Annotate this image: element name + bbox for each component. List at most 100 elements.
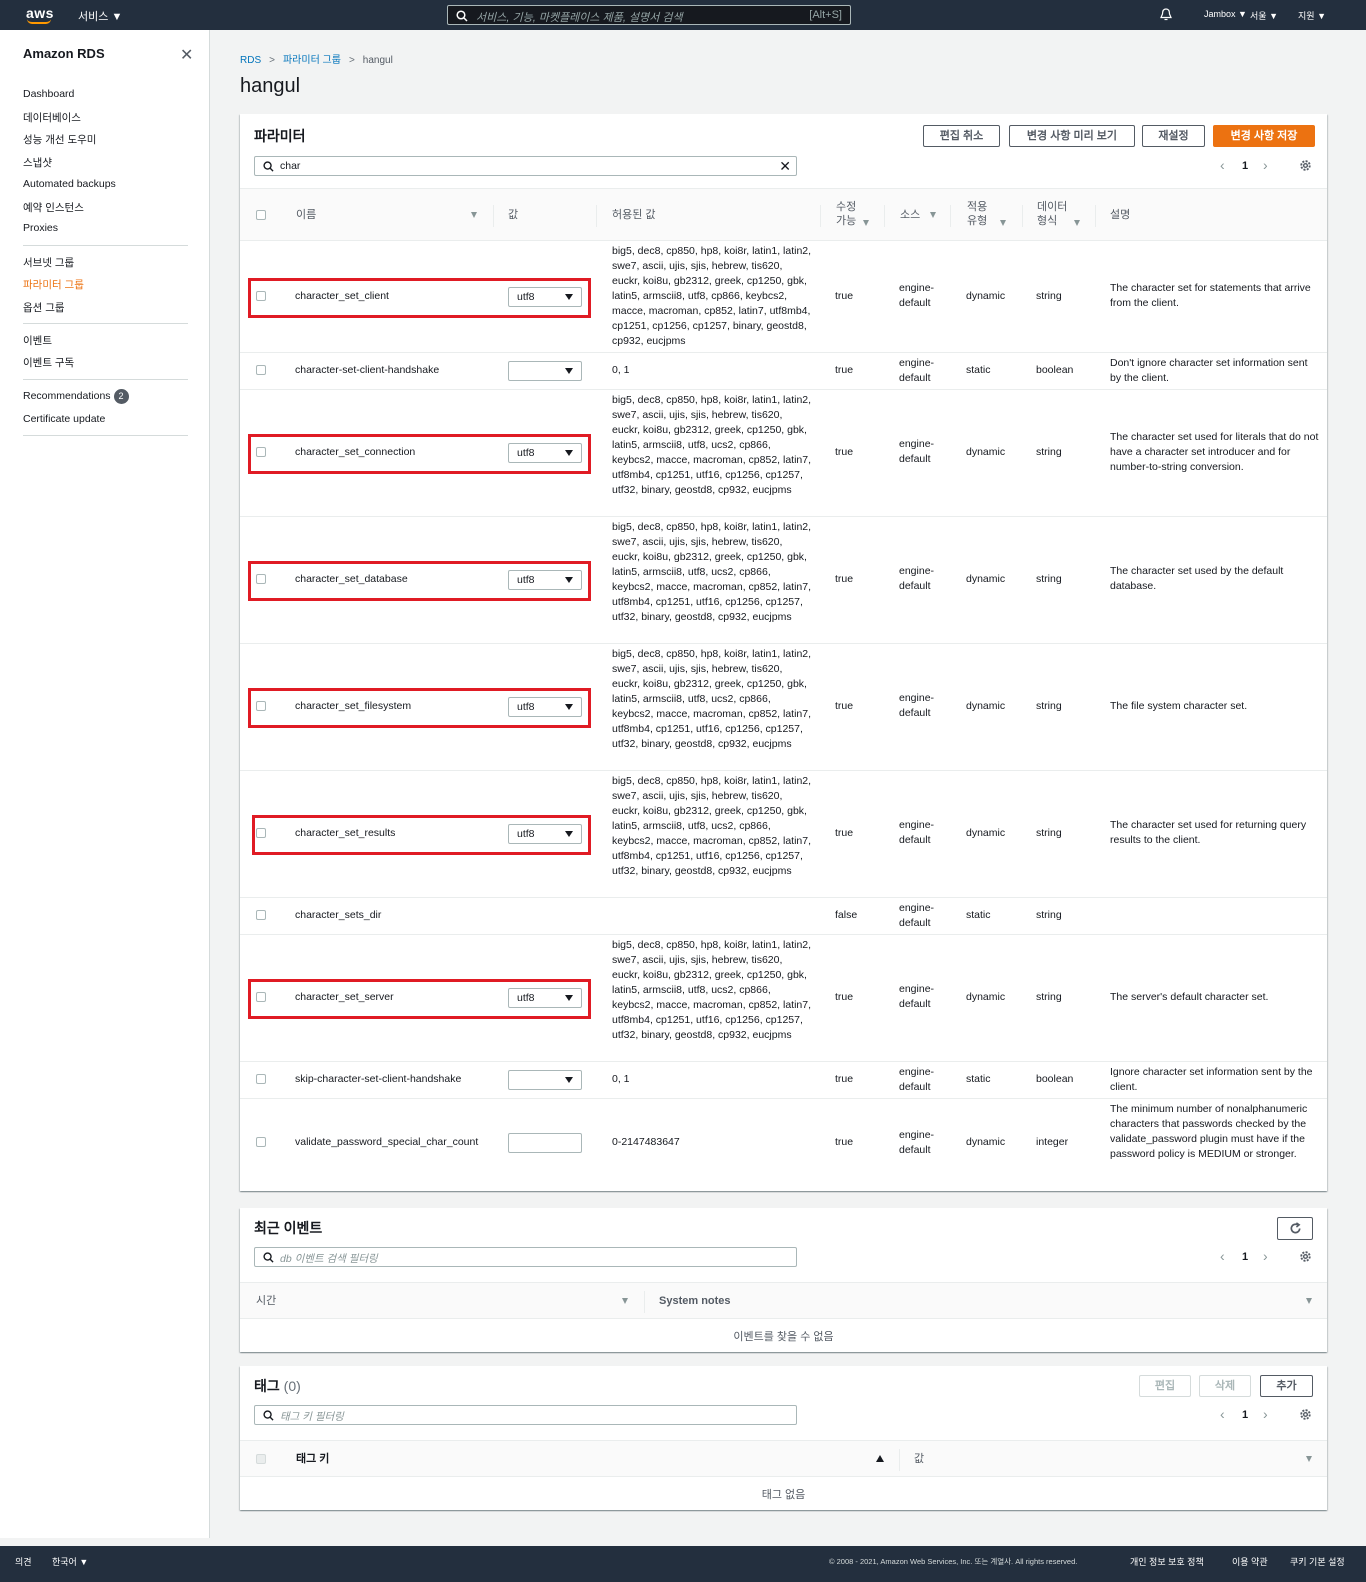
sort-icon[interactable] (930, 212, 936, 218)
sidebar-item-certificate-update[interactable]: Certificate update (23, 413, 105, 425)
privacy-policy-link[interactable]: 개인 정보 보호 정책 (1130, 1555, 1204, 1568)
global-search-input[interactable]: 서비스, 기능, 마켓플레이스 제품, 설명서 검색 [Alt+S] (447, 5, 851, 25)
row-checkbox[interactable] (256, 828, 266, 838)
gear-icon[interactable] (1299, 1250, 1312, 1263)
sort-icon[interactable] (1306, 1298, 1312, 1304)
sidebar-item-proxies[interactable]: Proxies (23, 222, 58, 234)
chevron-left-icon[interactable]: ‹ (1220, 157, 1225, 173)
sort-ascending-icon[interactable] (876, 1455, 884, 1462)
notification-bell-icon[interactable] (1160, 8, 1172, 21)
value-select[interactable]: utf8 (508, 287, 582, 307)
value-select[interactable] (508, 361, 582, 381)
value-select[interactable] (508, 1070, 582, 1090)
search-shortcut-hint: [Alt+S] (809, 9, 842, 21)
breadcrumb-rds[interactable]: RDS (240, 55, 261, 66)
sort-icon[interactable] (1306, 1456, 1312, 1462)
row-checkbox[interactable] (256, 574, 266, 584)
select-all-checkbox[interactable] (256, 1454, 266, 1464)
cancel-edit-button[interactable]: 편집 취소 (923, 125, 1000, 147)
gear-icon[interactable] (1299, 1408, 1312, 1421)
column-header-tag-key[interactable]: 태그 키 (296, 1452, 329, 1466)
reset-button[interactable]: 재설정 (1142, 125, 1205, 147)
feedback-link[interactable]: 의견 (15, 1555, 32, 1568)
sort-icon[interactable] (1074, 220, 1080, 226)
column-header-apply-type[interactable]: 적용 유형 (967, 200, 989, 228)
column-header-name[interactable]: 이름 (296, 208, 316, 222)
sort-icon[interactable] (863, 220, 869, 226)
tag-filter-input[interactable]: 태그 키 필터링 (254, 1405, 797, 1425)
sidebar: Amazon RDS ✕ Dashboard 데이터베이스 성능 개선 도우미 … (0, 30, 210, 1538)
sidebar-item-events[interactable]: 이벤트 (23, 333, 52, 348)
row-checkbox[interactable] (256, 365, 266, 375)
region-menu[interactable]: 서울 ▼ (1250, 9, 1278, 22)
source-value: engine-default (899, 983, 935, 1010)
caret-down-icon (565, 577, 573, 583)
sort-icon[interactable] (1000, 220, 1006, 226)
current-page[interactable]: 1 (1242, 1251, 1248, 1263)
description-value: The server's default character set. (1110, 991, 1269, 1003)
sidebar-item-reserved-instances[interactable]: 예약 인스턴스 (23, 200, 84, 215)
value-input[interactable] (508, 1133, 582, 1153)
select-all-checkbox[interactable] (256, 210, 266, 220)
value-select[interactable]: utf8 (508, 443, 582, 463)
param-name: character-set-client-handshake (295, 364, 440, 376)
row-checkbox[interactable] (256, 992, 266, 1002)
sort-icon[interactable] (471, 212, 477, 218)
column-header-tag-value[interactable]: 값 (914, 1452, 924, 1466)
close-icon[interactable]: ✕ (180, 45, 193, 65)
current-page[interactable]: 1 (1242, 160, 1248, 172)
value-select[interactable]: utf8 (508, 570, 582, 590)
clear-filter-icon[interactable]: ✕ (779, 158, 791, 175)
chevron-left-icon[interactable]: ‹ (1220, 1406, 1225, 1422)
terms-link[interactable]: 이용 약관 (1232, 1555, 1268, 1568)
account-menu[interactable]: Jambox ▼ (1204, 9, 1247, 19)
sidebar-item-snapshots[interactable]: 스냅샷 (23, 155, 52, 170)
sidebar-item-performance-insights[interactable]: 성능 개선 도우미 (23, 132, 96, 147)
row-checkbox[interactable] (256, 1074, 266, 1084)
sidebar-item-subnet-groups[interactable]: 서브넷 그룹 (23, 255, 74, 270)
sidebar-item-recommendations[interactable]: Recommendations 2 (23, 389, 129, 404)
preview-changes-button[interactable]: 변경 사항 미리 보기 (1009, 125, 1135, 147)
column-header-time[interactable]: 시간 (256, 1294, 276, 1308)
caret-down-icon (565, 704, 573, 710)
row-checkbox[interactable] (256, 291, 266, 301)
event-filter-input[interactable]: db 이벤트 검색 필터링 (254, 1247, 797, 1267)
parameter-filter-input[interactable]: char ✕ (254, 156, 797, 176)
value-select[interactable]: utf8 (508, 697, 582, 717)
column-header-system-notes[interactable]: System notes (659, 1294, 731, 1308)
save-changes-button[interactable]: 변경 사항 저장 (1213, 125, 1315, 147)
chevron-right-icon[interactable]: › (1263, 1248, 1268, 1264)
sidebar-item-parameter-groups[interactable]: 파라미터 그룹 (23, 277, 84, 292)
sidebar-item-automated-backups[interactable]: Automated backups (23, 178, 116, 190)
current-page[interactable]: 1 (1242, 1409, 1248, 1421)
row-checkbox[interactable] (256, 910, 266, 920)
add-tag-button[interactable]: 추가 (1260, 1375, 1313, 1397)
sidebar-item-databases[interactable]: 데이터베이스 (23, 110, 81, 125)
chevron-left-icon[interactable]: ‹ (1220, 1248, 1225, 1264)
delete-tags-button[interactable]: 삭제 (1199, 1375, 1251, 1397)
sidebar-item-dashboard[interactable]: Dashboard (23, 88, 74, 100)
column-header-modifiable[interactable]: 수정 가능 (836, 200, 858, 228)
gear-icon[interactable] (1299, 159, 1312, 172)
value-select[interactable]: utf8 (508, 824, 582, 844)
chevron-right-icon[interactable]: › (1263, 1406, 1268, 1422)
caret-down-icon (565, 1077, 573, 1083)
column-header-data-type[interactable]: 데이터 형식 (1037, 200, 1069, 228)
events-title: 최근 이벤트 (254, 1220, 323, 1236)
sidebar-item-option-groups[interactable]: 옵션 그룹 (23, 300, 65, 315)
breadcrumb-parameter-groups[interactable]: 파라미터 그룹 (283, 55, 341, 66)
column-header-source[interactable]: 소스 (900, 208, 920, 222)
edit-tags-button[interactable]: 편집 (1139, 1375, 1191, 1397)
value-select[interactable]: utf8 (508, 988, 582, 1008)
refresh-button[interactable] (1277, 1217, 1313, 1240)
row-checkbox[interactable] (256, 1137, 266, 1147)
services-menu[interactable]: 서비스 ▼ (78, 8, 122, 24)
cookie-preferences-link[interactable]: 쿠키 기본 설정 (1290, 1555, 1345, 1568)
support-menu[interactable]: 지원 ▼ (1298, 9, 1326, 22)
sidebar-item-event-subscriptions[interactable]: 이벤트 구독 (23, 355, 74, 370)
chevron-right-icon[interactable]: › (1263, 157, 1268, 173)
sort-icon[interactable] (622, 1298, 628, 1304)
row-checkbox[interactable] (256, 701, 266, 711)
row-checkbox[interactable] (256, 447, 266, 457)
language-selector[interactable]: 한국어 ▼ (52, 1555, 88, 1568)
